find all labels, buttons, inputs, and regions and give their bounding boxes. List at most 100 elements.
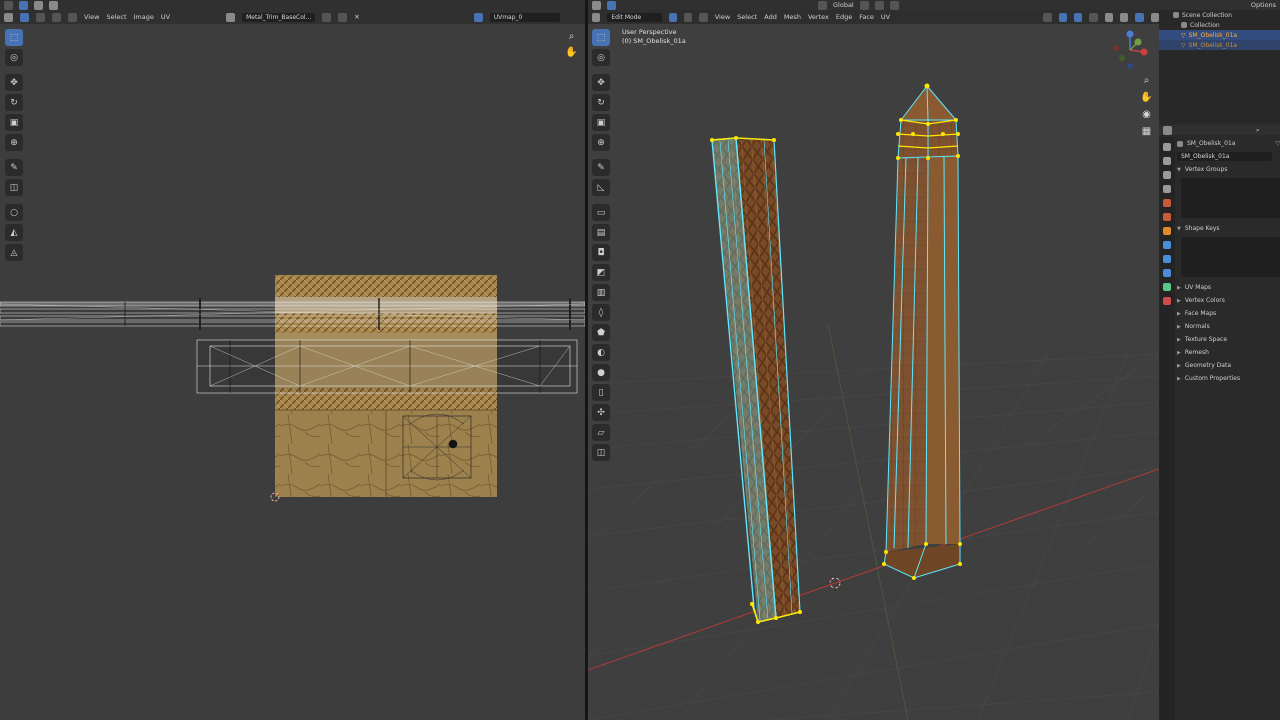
- cursor-tool-icon[interactable]: ◎: [5, 49, 23, 66]
- relax-tool-icon[interactable]: ◭: [5, 224, 23, 241]
- close-icon[interactable]: ✕: [354, 13, 359, 21]
- material-tab-icon[interactable]: [1163, 297, 1171, 305]
- face-select-icon[interactable]: [699, 12, 708, 22]
- menu-view[interactable]: View: [715, 13, 730, 21]
- object-tab-icon[interactable]: [1163, 227, 1171, 235]
- material-shading-icon[interactable]: [1135, 12, 1144, 22]
- camera-icon[interactable]: ◉: [1139, 107, 1154, 122]
- shrink-fatten-icon[interactable]: ✣: [592, 404, 610, 421]
- xray-icon[interactable]: [1089, 12, 1098, 22]
- solid-shading-icon[interactable]: [1119, 12, 1129, 22]
- vertex-select-icon[interactable]: [668, 12, 678, 22]
- menu-uv[interactable]: UV: [161, 13, 170, 21]
- smooth-tool-icon[interactable]: ●: [592, 364, 610, 381]
- image-browse-icon[interactable]: [226, 12, 236, 22]
- options-dropdown[interactable]: Options: [1251, 1, 1276, 9]
- poly-build-icon[interactable]: ⬟: [592, 324, 610, 341]
- pinch-tool-icon[interactable]: ◬: [5, 244, 23, 261]
- inset-tool-icon[interactable]: ◘: [592, 244, 610, 261]
- outliner-item-obelisk-1[interactable]: ▽ SM_Obelisk_01a: [1159, 30, 1280, 40]
- vertex-mode-icon[interactable]: [36, 12, 45, 22]
- gizmo-icon[interactable]: [1058, 12, 1067, 22]
- mesh-name-field[interactable]: SM_Obelisk_01a: [1177, 152, 1272, 161]
- panel-vertex-colors[interactable]: ▶ Vertex Colors: [1177, 294, 1280, 307]
- pivot-icon[interactable]: [859, 0, 869, 10]
- scene-tab-icon[interactable]: [1163, 199, 1171, 207]
- menu-image[interactable]: Image: [134, 13, 154, 21]
- obelisk-left[interactable]: [710, 136, 802, 624]
- menu-select[interactable]: Select: [737, 13, 757, 21]
- menu-vertex[interactable]: Vertex: [808, 13, 829, 21]
- panel-geometry-data[interactable]: ▶ Geometry Data: [1177, 359, 1280, 372]
- grid-view-icon[interactable]: ▦: [1139, 124, 1154, 139]
- uv-island-wide[interactable]: [196, 339, 578, 394]
- rip-tool-icon[interactable]: ◫: [5, 179, 23, 196]
- zoom-icon[interactable]: ⌕: [564, 29, 579, 44]
- rip-region-icon[interactable]: ◫: [592, 444, 610, 461]
- edge-mode-icon[interactable]: [52, 12, 61, 22]
- extrude-tool-icon[interactable]: ▤: [592, 224, 610, 241]
- tool-tab-icon[interactable]: [1163, 143, 1171, 151]
- orientation-dropdown[interactable]: Global: [833, 1, 854, 9]
- play-icon[interactable]: [19, 0, 28, 10]
- spin-tool-icon[interactable]: ◐: [592, 344, 610, 361]
- panel-uv-maps[interactable]: ▶ UV Maps: [1177, 281, 1280, 294]
- vertex-groups-list[interactable]: [1181, 178, 1280, 218]
- pan-hand-icon[interactable]: ✋: [564, 45, 579, 60]
- loop-cut-icon[interactable]: ▥: [592, 284, 610, 301]
- search-icon[interactable]: ⌕: [1256, 126, 1260, 135]
- data-tab-icon[interactable]: [1163, 283, 1171, 291]
- cursor-tool-icon[interactable]: ◎: [592, 49, 610, 66]
- panel-shape-keys[interactable]: ▼ Shape Keys: [1177, 222, 1280, 235]
- modifier-tab-icon[interactable]: [1163, 241, 1171, 249]
- overlay-icon[interactable]: [1073, 12, 1083, 22]
- layout-icon-2[interactable]: [49, 0, 58, 10]
- menu-uv[interactable]: UV: [881, 13, 890, 21]
- collection-row[interactable]: Collection: [1159, 20, 1280, 30]
- annotate-tool-icon[interactable]: ✎: [5, 159, 23, 176]
- panel-texture-space[interactable]: ▶ Texture Space: [1177, 333, 1280, 346]
- menu-select[interactable]: Select: [106, 13, 126, 21]
- move-tool-icon[interactable]: ✥: [592, 74, 610, 91]
- particles-tab-icon[interactable]: [1163, 255, 1171, 263]
- measure-tool-icon[interactable]: ◺: [592, 179, 610, 196]
- object-name[interactable]: SM_Obelisk_01a: [1187, 140, 1235, 147]
- transform-tool-icon[interactable]: ⊕: [5, 134, 23, 151]
- rendered-shading-icon[interactable]: [1150, 12, 1159, 22]
- menu-add[interactable]: Add: [764, 13, 777, 21]
- layout-icon[interactable]: [34, 0, 43, 10]
- snap-icon[interactable]: [874, 0, 884, 10]
- mode-dropdown[interactable]: Edit Mode: [607, 12, 662, 22]
- play-icon[interactable]: [607, 0, 616, 10]
- viewport-canvas[interactable]: [588, 24, 1159, 720]
- editor-type-icon[interactable]: [592, 0, 601, 10]
- outliner-item-obelisk-2[interactable]: ▽ SM_Obelisk_01a: [1159, 40, 1280, 50]
- knife-tool-icon[interactable]: ◊: [592, 304, 610, 321]
- world-tab-icon[interactable]: [1163, 213, 1171, 221]
- menu-view[interactable]: View: [84, 13, 99, 21]
- new-image-icon[interactable]: [322, 12, 332, 22]
- select-box-icon[interactable]: ⬚: [592, 29, 610, 46]
- editor-type-icon[interactable]: [1163, 125, 1172, 135]
- uv-canvas[interactable]: [0, 24, 585, 720]
- transform-tool-icon[interactable]: ⊕: [592, 134, 610, 151]
- panel-face-maps[interactable]: ▶ Face Maps: [1177, 307, 1280, 320]
- navigation-gizmo[interactable]: [1108, 28, 1152, 72]
- physics-tab-icon[interactable]: [1163, 269, 1171, 277]
- open-image-icon[interactable]: [338, 12, 348, 22]
- panel-normals[interactable]: ▶ Normals: [1177, 320, 1280, 333]
- scale-tool-icon[interactable]: ▣: [5, 114, 23, 131]
- panel-custom-properties[interactable]: ▶ Custom Properties: [1177, 372, 1280, 385]
- shape-keys-list[interactable]: [1181, 237, 1280, 277]
- panel-vertex-groups[interactable]: ▼ Vertex Groups: [1177, 163, 1280, 176]
- select-box-icon[interactable]: ⬚: [5, 29, 23, 46]
- sync-select-icon[interactable]: [20, 12, 29, 22]
- grab-tool-icon[interactable]: ○: [5, 204, 23, 221]
- pan-hand-icon[interactable]: ✋: [1139, 90, 1154, 105]
- uvmap-field[interactable]: UVmap_0: [489, 12, 560, 22]
- scene-collection-row[interactable]: Scene Collection: [1159, 10, 1280, 20]
- shear-tool-icon[interactable]: ▱: [592, 424, 610, 441]
- editor-type-icon[interactable]: [592, 12, 601, 22]
- zoom-icon[interactable]: ⌕: [1139, 73, 1154, 88]
- wireframe-shading-icon[interactable]: [1104, 12, 1113, 22]
